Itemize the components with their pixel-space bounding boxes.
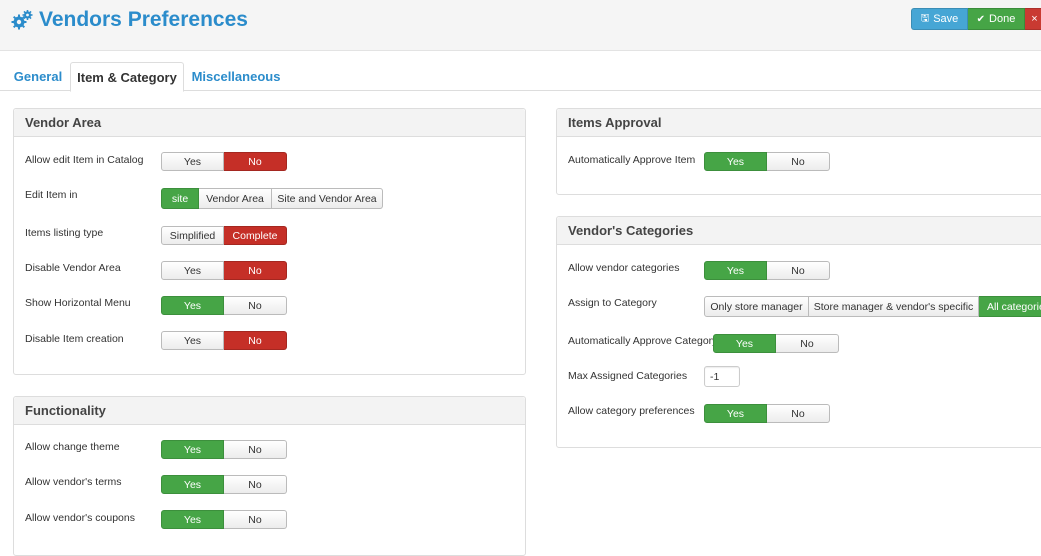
close-button[interactable]: × xyxy=(1025,8,1041,30)
panel-title: Functionality xyxy=(14,397,525,425)
close-icon: × xyxy=(1031,13,1038,25)
option-no[interactable]: No xyxy=(224,152,287,171)
page-title-text: Vendors Preferences xyxy=(39,8,248,31)
option-no[interactable]: No xyxy=(224,440,287,459)
option-all-categories[interactable]: All categories xyxy=(979,296,1041,317)
panel-title: Items Approval xyxy=(557,109,1041,137)
functionality-panel: Functionality Allow change theme Yes No … xyxy=(13,396,526,556)
setting-label: Allow category preferences xyxy=(568,405,695,417)
option-complete[interactable]: Complete xyxy=(224,226,287,245)
option-no[interactable]: No xyxy=(767,152,830,171)
option-yes[interactable]: Yes xyxy=(713,334,776,353)
show-horizontal-menu-toggle: Yes No xyxy=(161,296,287,315)
setting-label: Allow change theme xyxy=(25,441,120,453)
save-label: Save xyxy=(933,13,959,25)
setting-label: Show Horizontal Menu xyxy=(25,297,131,309)
option-yes[interactable]: Yes xyxy=(161,296,224,315)
setting-label: Edit Item in xyxy=(25,189,78,201)
setting-label: Allow vendor's coupons xyxy=(25,512,135,524)
auto-approve-item-toggle: Yes No xyxy=(704,152,830,171)
tab-item-category[interactable]: Item & Category xyxy=(70,62,184,92)
allow-category-preferences-toggle: Yes No xyxy=(704,404,830,423)
save-button[interactable]: 🖫 Save xyxy=(911,8,968,30)
panel-title: Vendor Area xyxy=(14,109,525,137)
disable-item-creation-toggle: Yes No xyxy=(161,331,287,350)
items-listing-type-selector: Simplified Complete xyxy=(161,226,287,245)
check-icon: ✔ xyxy=(976,13,986,25)
assign-to-category-selector: Only store manager Store manager & vendo… xyxy=(704,296,1041,317)
page-header: Vendors Preferences 🖫 Save ✔ Done × xyxy=(0,0,1041,51)
setting-label: Assign to Category xyxy=(568,297,657,309)
option-yes[interactable]: Yes xyxy=(161,475,224,494)
vendor-area-panel: Vendor Area Allow edit Item in Catalog Y… xyxy=(13,108,526,375)
vendor-categories-panel: Vendor's Categories Allow vendor categor… xyxy=(556,216,1041,448)
setting-label: Automatically Approve Category xyxy=(568,335,718,347)
allow-vendor-coupons-toggle: Yes No xyxy=(161,510,287,529)
floppy-icon: 🖫 xyxy=(920,12,930,24)
done-button[interactable]: ✔ Done xyxy=(968,8,1025,30)
setting-label: Disable Item creation xyxy=(25,333,124,345)
setting-label: Automatically Approve Item xyxy=(568,154,696,166)
option-no[interactable]: No xyxy=(767,261,830,280)
tab-bar: General Item & Category Miscellaneous xyxy=(0,62,1041,92)
setting-label: Max Assigned Categories xyxy=(568,370,688,382)
option-yes[interactable]: Yes xyxy=(161,261,224,280)
option-no[interactable]: No xyxy=(776,334,839,353)
tab-miscellaneous[interactable]: Miscellaneous xyxy=(188,62,284,91)
max-assigned-categories-input[interactable]: -1 xyxy=(704,366,740,387)
setting-label: Allow vendor categories xyxy=(568,262,680,274)
allow-change-theme-toggle: Yes No xyxy=(161,440,287,459)
option-yes[interactable]: Yes xyxy=(161,440,224,459)
option-simplified[interactable]: Simplified xyxy=(161,226,224,245)
allow-vendor-terms-toggle: Yes No xyxy=(161,475,287,494)
option-yes[interactable]: Yes xyxy=(161,510,224,529)
option-vendor-area[interactable]: Vendor Area xyxy=(199,188,272,209)
option-no[interactable]: No xyxy=(224,261,287,280)
setting-label: Disable Vendor Area xyxy=(25,262,121,274)
setting-label: Items listing type xyxy=(25,227,104,239)
done-label: Done xyxy=(989,13,1016,25)
option-no[interactable]: No xyxy=(767,404,830,423)
gears-icon xyxy=(11,10,33,30)
allow-edit-item-toggle: Yes No xyxy=(161,152,287,171)
page-title: Vendors Preferences xyxy=(11,6,248,34)
allow-vendor-categories-toggle: Yes No xyxy=(704,261,830,280)
setting-label: Allow vendor's terms xyxy=(25,476,122,488)
option-yes[interactable]: Yes xyxy=(161,152,224,171)
option-no[interactable]: No xyxy=(224,510,287,529)
option-site[interactable]: site xyxy=(161,188,199,209)
option-yes[interactable]: Yes xyxy=(704,152,767,171)
option-yes[interactable]: Yes xyxy=(161,331,224,350)
option-yes[interactable]: Yes xyxy=(704,404,767,423)
toolbar: 🖫 Save ✔ Done × xyxy=(911,8,1041,30)
option-site-and-vendor-area[interactable]: Site and Vendor Area xyxy=(272,188,383,209)
panel-title: Vendor's Categories xyxy=(557,217,1041,245)
tab-general[interactable]: General xyxy=(8,62,68,91)
option-yes[interactable]: Yes xyxy=(704,261,767,280)
items-approval-panel: Items Approval Automatically Approve Ite… xyxy=(556,108,1041,195)
setting-label: Allow edit Item in Catalog xyxy=(25,154,144,166)
option-no[interactable]: No xyxy=(224,296,287,315)
option-no[interactable]: No xyxy=(224,475,287,494)
option-only-store-manager[interactable]: Only store manager xyxy=(704,296,809,317)
option-store-manager-vendor-specific[interactable]: Store manager & vendor's specific xyxy=(809,296,979,317)
auto-approve-category-toggle: Yes No xyxy=(713,334,839,353)
disable-vendor-area-toggle: Yes No xyxy=(161,261,287,280)
edit-item-in-selector: site Vendor Area Site and Vendor Area xyxy=(161,188,383,209)
option-no[interactable]: No xyxy=(224,331,287,350)
